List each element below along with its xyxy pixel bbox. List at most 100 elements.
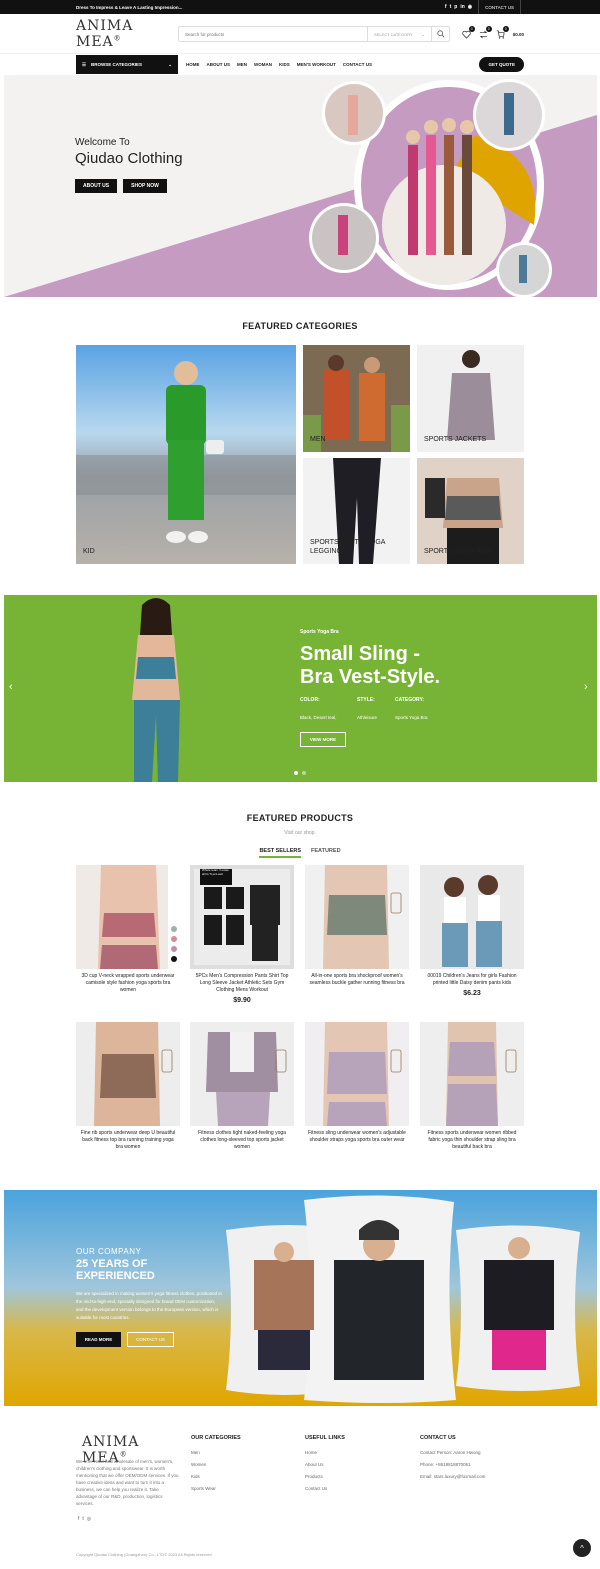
hero-about-button[interactable]: ABOUT US — [75, 179, 118, 193]
browse-categories-button[interactable]: ☰ BROWSE CATEGORIES ⌄ — [76, 55, 178, 74]
copyright: Copyright Qiudao Clothing (Guangzhou) Co… — [76, 1552, 212, 1557]
promo-style-label: STYLE: — [357, 697, 375, 703]
footer-link-women[interactable]: Women — [191, 1462, 241, 1467]
top-bar: Dress To Impress & Leave A Lasting Impre… — [0, 0, 600, 14]
chevron-right-icon[interactable]: › — [584, 681, 588, 693]
product-card[interactable]: 00019 Children's Jeans for girls Fashion… — [420, 865, 524, 997]
product-card[interactable]: Fine rib sports underwear deep U beautif… — [76, 1022, 180, 1151]
footer-link-about[interactable]: About Us — [305, 1462, 345, 1467]
product-image — [323, 1022, 402, 1126]
product-image — [194, 869, 290, 965]
product-card[interactable]: Fitness sports underwear women ribbed fa… — [420, 1022, 524, 1151]
company-body: We are specialized in making women's yog… — [76, 1291, 222, 1320]
search-icon — [436, 30, 444, 38]
category-label: SPORTS YOGA BRA — [424, 548, 491, 555]
cart-button[interactable]: 0 — [496, 26, 509, 39]
divider — [520, 0, 521, 14]
category-tile-sports-jackets[interactable]: SPORTS JACKETS — [417, 345, 524, 452]
product-name[interactable]: 5PCs Men's Compression Pants Shirt Top L… — [190, 973, 294, 994]
wishlist-button[interactable]: 0 — [462, 26, 475, 39]
category-tile-sports-yoga-bra[interactable]: SPORTS YOGA BRA — [417, 458, 524, 564]
footer-link-sports-wear[interactable]: Sports Wear — [191, 1486, 241, 1491]
compare-count: 0 — [485, 26, 492, 32]
product-card[interactable]: 3D cup V-neck wrapped sports underwear c… — [76, 865, 180, 994]
nav-men[interactable]: MEN — [237, 62, 247, 67]
footer-link-products[interactable]: Products — [305, 1474, 345, 1479]
product-card[interactable]: Fitness sling underwear women's adjustab… — [305, 1022, 409, 1144]
chevron-left-icon[interactable]: ‹ — [9, 681, 13, 693]
nav-woman[interactable]: WOMAN — [254, 62, 272, 67]
view-more-button[interactable]: VIEW MORE — [300, 732, 346, 747]
nav-home[interactable]: HOME — [186, 62, 200, 67]
slider-dots — [294, 771, 306, 775]
product-card[interactable]: Whole team / Loose shirt / 5 pcs suit 5P… — [190, 865, 294, 1004]
facebook-icon[interactable]: f — [78, 1516, 79, 1522]
compare-button[interactable]: 0 — [479, 26, 492, 39]
nav-contact[interactable]: CONTACT US — [343, 62, 372, 67]
product-tabs: BEST SELLERS FEATURED — [0, 848, 600, 858]
footer-link-contact[interactable]: Contact Us — [305, 1486, 345, 1491]
product-name[interactable]: Fitness sports underwear women ribbed fa… — [420, 1130, 524, 1151]
promo-kicker: Sports Yoga Bra — [300, 629, 339, 635]
scroll-to-top-button[interactable]: ^ — [573, 1539, 591, 1557]
footer-social: f t ◎ — [78, 1516, 91, 1522]
company-contact-button[interactable]: CONTACT US — [127, 1332, 174, 1347]
promo-category-label: CATEGORY: — [395, 697, 425, 703]
facebook-icon[interactable]: f — [445, 4, 447, 10]
product-name[interactable]: All-in-one sports bra shockproof women's… — [305, 973, 409, 987]
company-kicker: OUR COMPANY — [76, 1247, 142, 1256]
category-select[interactable]: SELECT CATEGORY ⌄ — [367, 27, 431, 41]
instagram-icon[interactable]: ◎ — [87, 1516, 91, 1522]
search-button[interactable] — [431, 27, 449, 41]
logo[interactable]: ANIMA MEA® — [76, 18, 178, 50]
read-more-button[interactable]: READ MORE — [76, 1332, 121, 1347]
tagline: Dress To Impress & Leave A Lasting Impre… — [76, 4, 183, 10]
cart-total[interactable]: $0.00 — [513, 32, 524, 37]
footer-link-home[interactable]: Home — [305, 1450, 345, 1455]
footer-heading: CONTACT US — [420, 1435, 456, 1441]
footer-email[interactable]: Email: stars.luxury@foxmail.com — [420, 1474, 485, 1479]
tab-best-sellers[interactable]: BEST SELLERS — [259, 848, 301, 858]
nav-mens-workout[interactable]: MEN'S WORKOUT — [297, 62, 336, 67]
category-tile-sports-pants[interactable]: SPORTS PANTS YOGA LEGGINGS — [303, 458, 410, 564]
product-name[interactable]: Fitness sling underwear women's adjustab… — [305, 1130, 409, 1144]
product-overlay-text: Whole team / Loose shirt / 5 pcs suit — [202, 868, 229, 876]
product-name[interactable]: Fine rib sports underwear deep U beautif… — [76, 1130, 180, 1151]
pinterest-icon[interactable]: p — [454, 4, 457, 10]
chevron-down-icon: ⌄ — [168, 61, 172, 67]
promo-title: Small Sling - Bra Vest-Style. — [300, 643, 441, 688]
product-image — [442, 875, 502, 967]
product-card[interactable]: Fitness clothes tight naked-feeling yoga… — [190, 1022, 294, 1151]
category-label: MEN — [310, 436, 326, 443]
product-name[interactable]: 3D cup V-neck wrapped sports underwear c… — [76, 973, 180, 994]
footer-link-kids[interactable]: Kids — [191, 1474, 241, 1479]
topbar-contact-link[interactable]: CONTACT US — [485, 5, 514, 10]
chevron-up-icon: ^ — [580, 1543, 584, 1553]
telegram-icon[interactable]: ◉ — [468, 4, 472, 10]
category-tile-kid[interactable]: KID — [76, 345, 296, 564]
nav-kids[interactable]: KIDS — [279, 62, 290, 67]
nav-about[interactable]: ABOUT US — [207, 62, 231, 67]
product-image — [94, 1022, 173, 1126]
footer-phone[interactable]: Phone: +8618818870061 — [420, 1462, 485, 1467]
product-card[interactable]: All-in-one sports bra shockproof women's… — [305, 865, 409, 987]
hero-brand: Qiudao Clothing — [75, 150, 183, 167]
tab-featured[interactable]: FEATURED — [311, 848, 341, 858]
twitter-icon[interactable]: t — [82, 1516, 83, 1522]
search-bar: SELECT CATEGORY⌄ — [178, 26, 450, 42]
category-tile-men[interactable]: MEN — [303, 345, 410, 452]
main-nav: ☰ BROWSE CATEGORIES ⌄ HOME ABOUT US MEN … — [0, 54, 600, 75]
hero-shop-button[interactable]: SHOP NOW — [123, 179, 167, 193]
product-price: $9.90 — [233, 997, 251, 1004]
search-input[interactable] — [179, 27, 367, 41]
product-image — [323, 865, 402, 969]
footer-link-men[interactable]: Men — [191, 1450, 241, 1455]
twitter-icon[interactable]: t — [450, 4, 452, 10]
slider-dot[interactable] — [302, 771, 306, 775]
get-quote-button[interactable]: GET QUOTE — [479, 57, 524, 72]
slider-dot[interactable] — [294, 771, 298, 775]
product-image — [98, 865, 180, 969]
linkedin-icon[interactable]: in — [460, 4, 464, 10]
product-name[interactable]: 00019 Children's Jeans for girls Fashion… — [420, 973, 524, 987]
product-name[interactable]: Fitness clothes tight naked-feeling yoga… — [190, 1130, 294, 1151]
